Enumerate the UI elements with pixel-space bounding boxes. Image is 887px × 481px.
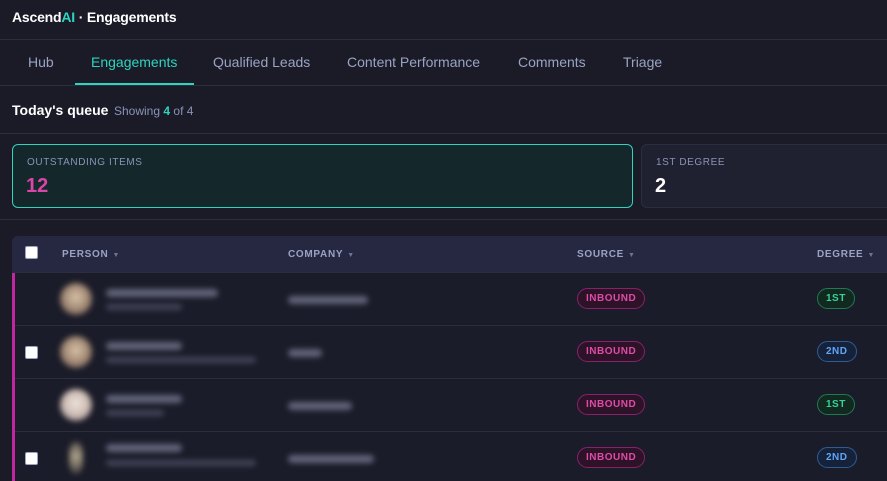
- column-header-source[interactable]: SOURCE ▼: [577, 249, 636, 260]
- person-name-redacted: [106, 444, 182, 452]
- source-badge: INBOUND: [577, 447, 646, 468]
- table-row[interactable]: INBOUND 1ST: [12, 273, 887, 326]
- tab-bar: Hub Engagements Qualified Leads Content …: [0, 40, 887, 86]
- app-title: AscendAI · Engagements: [12, 9, 177, 25]
- person-title-redacted: [106, 304, 182, 310]
- avatar: [60, 283, 92, 315]
- column-header-company[interactable]: COMPANY ▼: [288, 249, 355, 260]
- tab-triage[interactable]: Triage: [623, 40, 662, 86]
- source-badge: INBOUND: [577, 394, 646, 415]
- brand-name: Ascend: [12, 9, 62, 25]
- source-badge: INBOUND: [577, 288, 646, 309]
- row-accent: [12, 273, 15, 326]
- source-badge: INBOUND: [577, 341, 646, 362]
- stats-row: OUTSTANDING ITEMS 12 1ST DEGREE 2: [0, 134, 887, 220]
- avatar: [69, 442, 83, 474]
- page-title: · Engagements: [78, 9, 177, 25]
- stat-label: OUTSTANDING ITEMS: [27, 157, 143, 168]
- stat-value: 12: [26, 175, 49, 197]
- sort-caret-icon: ▼: [867, 252, 876, 259]
- showing-label: Showing: [114, 104, 161, 118]
- column-header-person[interactable]: PERSON ▼: [62, 249, 120, 260]
- row-accent: [12, 326, 15, 379]
- person-name-redacted: [106, 342, 182, 350]
- tab-qualified-leads[interactable]: Qualified Leads: [213, 40, 310, 86]
- column-header-degree[interactable]: DEGREE ▼: [817, 249, 875, 260]
- avatar: [60, 389, 92, 421]
- sort-caret-icon: ▼: [627, 252, 636, 259]
- stat-card-1st-degree[interactable]: 1ST DEGREE 2: [641, 144, 887, 208]
- row-accent: [12, 432, 15, 481]
- table-row[interactable]: INBOUND 2ND: [12, 326, 887, 379]
- stat-label: 1ST DEGREE: [656, 157, 726, 168]
- company-name-redacted: [288, 349, 322, 357]
- table-row[interactable]: INBOUND 1ST: [12, 379, 887, 432]
- person-title-redacted: [106, 410, 164, 416]
- avatar: [60, 336, 92, 368]
- stat-card-outstanding[interactable]: OUTSTANDING ITEMS 12: [12, 144, 633, 208]
- degree-badge: 1ST: [817, 288, 855, 309]
- table-row[interactable]: INBOUND 2ND: [12, 432, 887, 481]
- queue-count: Showing 4 of 4: [114, 104, 193, 118]
- tab-engagements[interactable]: Engagements: [91, 40, 177, 86]
- person-name-redacted: [106, 289, 218, 297]
- company-name-redacted: [288, 455, 374, 463]
- row-accent: [12, 379, 15, 432]
- row-checkbox[interactable]: [25, 452, 38, 465]
- row-checkbox[interactable]: [25, 346, 38, 359]
- tab-content-performance[interactable]: Content Performance: [347, 40, 480, 86]
- degree-badge: 2ND: [817, 341, 857, 362]
- person-title-redacted: [106, 460, 256, 466]
- sort-caret-icon: ▼: [347, 252, 355, 259]
- brand-ai: AI: [61, 9, 75, 25]
- engagements-table: PERSON ▼ COMPANY ▼ SOURCE ▼ DEGREE ▼ INBOUND…: [12, 236, 887, 481]
- active-tab-indicator: [75, 83, 194, 85]
- queue-title: Today's queue: [12, 102, 109, 118]
- tab-hub[interactable]: Hub: [28, 40, 54, 86]
- degree-badge: 2ND: [817, 447, 857, 468]
- sort-caret-icon: ▼: [112, 252, 121, 259]
- person-name-redacted: [106, 395, 182, 403]
- company-name-redacted: [288, 296, 368, 304]
- tab-comments[interactable]: Comments: [518, 40, 586, 86]
- select-all-checkbox[interactable]: [25, 246, 38, 259]
- showing-count: 4: [163, 104, 171, 118]
- showing-total: of 4: [173, 104, 194, 118]
- top-bar: AscendAI · Engagements: [0, 0, 887, 40]
- company-name-redacted: [288, 402, 352, 410]
- degree-badge: 1ST: [817, 394, 855, 415]
- table-header: PERSON ▼ COMPANY ▼ SOURCE ▼ DEGREE ▼: [12, 236, 887, 273]
- queue-header: Today's queue Showing 4 of 4: [0, 86, 887, 134]
- stat-value: 2: [655, 175, 667, 197]
- person-title-redacted: [106, 357, 256, 363]
